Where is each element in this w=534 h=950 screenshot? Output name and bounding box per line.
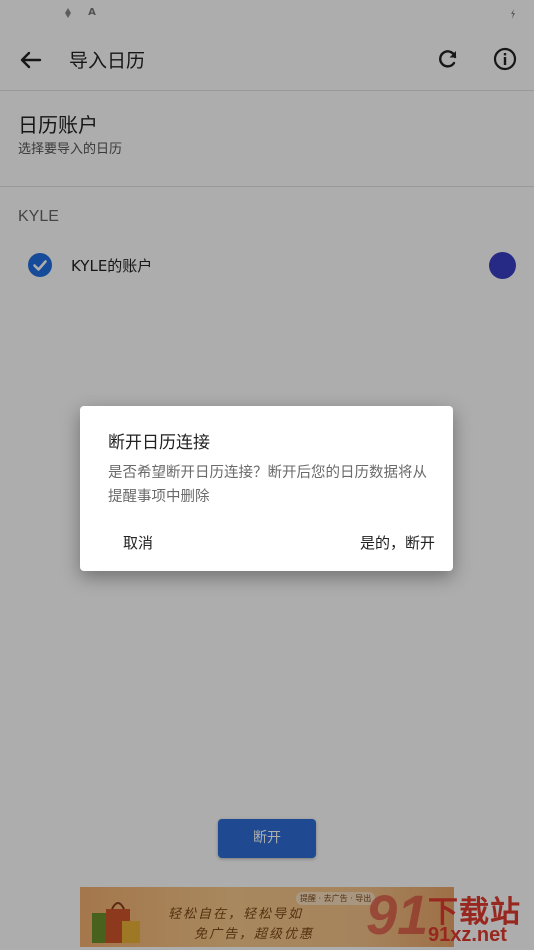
dialog-title: 断开日历连接 (108, 433, 210, 453)
dialog-message: 是否希望断开日历连接？断开后您的日历数据将从提醒事项中删除 (108, 465, 427, 505)
cancel-button[interactable]: 取消 (112, 526, 164, 559)
disconnect-dialog: 断开日历连接 是否希望断开日历连接？断开后您的日历数据将从提醒事项中删除 取消 … (80, 406, 453, 571)
confirm-disconnect-button[interactable]: 是的，断开 (350, 526, 445, 559)
